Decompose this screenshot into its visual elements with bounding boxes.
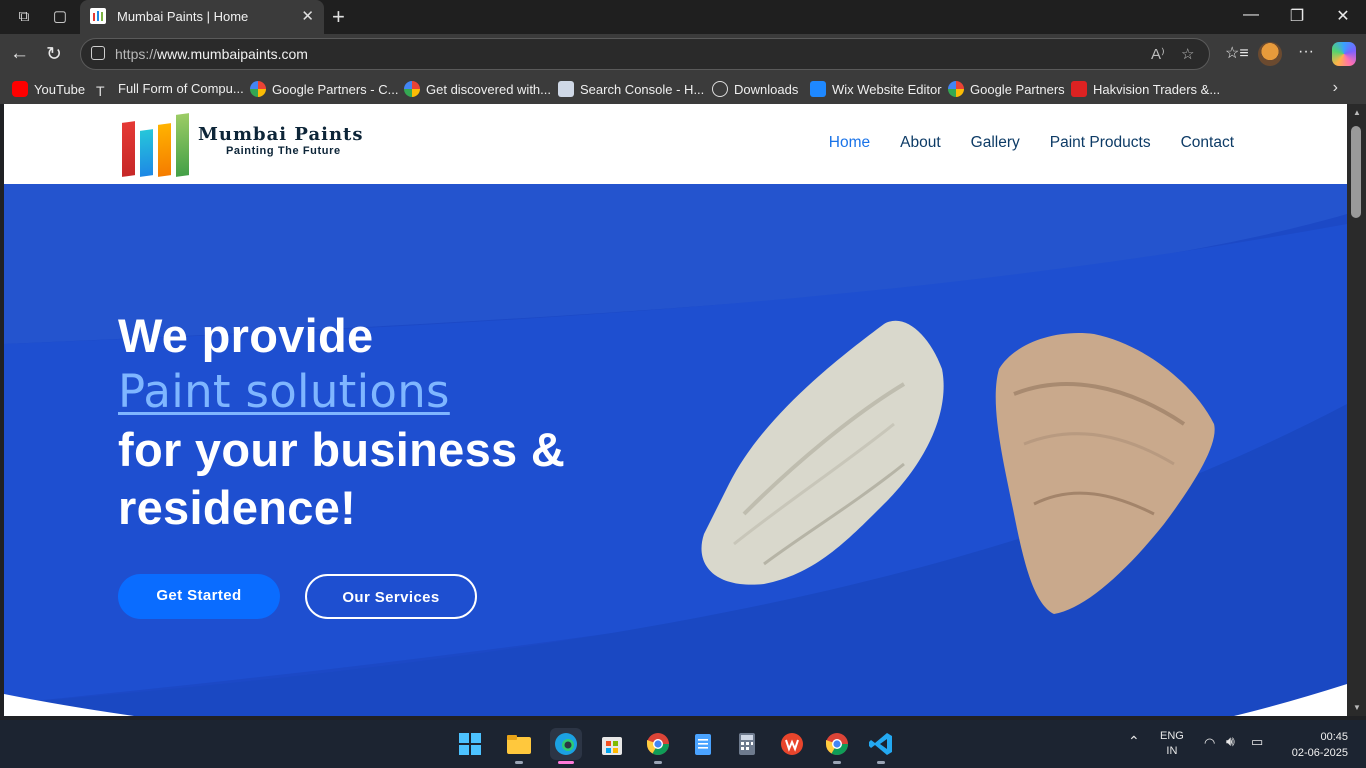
copilot-icon[interactable] xyxy=(1332,42,1356,66)
chrome-icon[interactable] xyxy=(642,728,674,764)
hero-line-1: We provide xyxy=(118,309,374,362)
site-header: Mumbai Paints Painting The Future Home A… xyxy=(4,104,1347,184)
bookmark-search-console[interactable]: Search Console - H... xyxy=(558,81,704,97)
nav-gallery[interactable]: Gallery xyxy=(971,134,1020,152)
text-icon: T xyxy=(96,83,105,99)
url-text[interactable]: https://www.mumbaipaints.com xyxy=(115,46,308,62)
restore-button[interactable]: ❐ xyxy=(1274,6,1320,26)
nav-about[interactable]: About xyxy=(900,134,941,152)
browser-titlebar: ⧉ ▢ Mumbai Paints | Home ✕ + — ❐ ✕ xyxy=(0,0,1366,34)
bookmark-google-partners-c[interactable]: Google Partners - C... xyxy=(250,81,398,97)
brand-tagline: Painting The Future xyxy=(226,145,341,157)
close-window-button[interactable]: ✕ xyxy=(1320,6,1366,26)
chevron-up-icon[interactable]: ⌃ xyxy=(1128,734,1140,749)
tab-close-icon[interactable]: ✕ xyxy=(301,7,314,25)
site-info-icon[interactable] xyxy=(91,46,105,60)
wps-office-icon[interactable] xyxy=(776,728,808,760)
wix-icon xyxy=(810,81,826,97)
nav-paint-products[interactable]: Paint Products xyxy=(1050,134,1151,152)
hero-highlight-link[interactable]: Paint solutions xyxy=(118,365,450,418)
favorite-star-icon[interactable]: ☆ xyxy=(1181,45,1194,63)
more-options-icon[interactable]: ··· xyxy=(1298,43,1314,61)
language-indicator[interactable]: ENG IN xyxy=(1160,729,1184,759)
get-started-button[interactable]: Get Started xyxy=(118,574,280,619)
start-icon[interactable] xyxy=(454,728,486,760)
google-icon xyxy=(250,81,266,97)
our-services-button[interactable]: Our Services xyxy=(305,574,477,619)
globe-icon xyxy=(712,81,728,97)
store-icon[interactable] xyxy=(596,728,628,760)
profile-avatar[interactable] xyxy=(1258,42,1282,66)
workspaces-icon[interactable]: ⧉ xyxy=(14,7,34,27)
youtube-icon xyxy=(12,81,28,97)
bookmark-hakvision[interactable]: Hakvision Traders &... xyxy=(1071,81,1220,97)
calculator-icon[interactable] xyxy=(731,728,763,760)
file-explorer-icon[interactable] xyxy=(503,728,535,764)
bookmark-downloads[interactable]: Downloads xyxy=(712,81,798,97)
chevron-right-icon[interactable]: › xyxy=(1333,79,1338,97)
vertical-tabs-icon[interactable]: ▢ xyxy=(50,7,70,27)
tab-mumbai-paints[interactable]: Mumbai Paints | Home ✕ xyxy=(80,0,324,34)
volume-icon[interactable]: 🔊︎ xyxy=(1226,734,1235,749)
wifi-icon[interactable]: ◠ xyxy=(1204,735,1215,750)
hero-section: We provide Paint solutions for your busi… xyxy=(4,184,1347,716)
minimize-button[interactable]: — xyxy=(1228,6,1274,24)
nav-home[interactable]: Home xyxy=(829,134,870,152)
nav-contact[interactable]: Contact xyxy=(1181,134,1234,152)
search-console-icon xyxy=(558,81,574,97)
site-favicon xyxy=(90,8,106,24)
m-logo-icon xyxy=(1071,81,1087,97)
scroll-down-icon[interactable]: ▼ xyxy=(1353,703,1361,712)
system-clock[interactable]: 00:45 02-06-2025 xyxy=(1292,729,1348,761)
google-icon xyxy=(948,81,964,97)
address-row: ← ↻ https://www.mumbaipaints.com A⁾ ☆ ☆≡… xyxy=(0,34,1366,74)
tab-title: Mumbai Paints | Home xyxy=(117,9,249,24)
bookmark-wix[interactable]: Wix Website Editor xyxy=(810,81,942,97)
brand-name: Mumbai Paints xyxy=(198,124,364,145)
read-aloud-icon[interactable]: A⁾ xyxy=(1151,45,1165,63)
page-viewport: Mumbai Paints Painting The Future Home A… xyxy=(4,104,1347,716)
windows-taskbar: ⌃ ENG IN ◠ 🔊︎ ▭ 00:45 02-06-2025 xyxy=(0,720,1366,768)
scroll-up-icon[interactable]: ▲ xyxy=(1353,108,1361,117)
scroll-thumb[interactable] xyxy=(1351,126,1361,218)
bookmark-get-discovered[interactable]: Get discovered with... xyxy=(404,81,551,97)
new-tab-button[interactable]: + xyxy=(332,4,345,30)
edge-icon[interactable] xyxy=(550,728,582,764)
hero-line-3: for your business & xyxy=(118,423,566,476)
back-icon[interactable]: ← xyxy=(10,43,29,65)
main-nav: Home About Gallery Paint Products Contac… xyxy=(829,134,1234,152)
site-logo[interactable]: Mumbai Paints Painting The Future xyxy=(118,110,378,180)
chrome-profile-icon[interactable] xyxy=(821,728,853,764)
address-bar[interactable]: https://www.mumbaipaints.com A⁾ ☆ xyxy=(80,38,1210,70)
battery-icon[interactable]: ▭ xyxy=(1251,734,1263,749)
hero-line-4: residence! xyxy=(118,481,357,534)
bookmark-youtube[interactable]: YouTube xyxy=(12,81,85,97)
favorites-icon[interactable]: ☆≡ xyxy=(1225,43,1249,63)
bookmark-google-partners[interactable]: Google Partners xyxy=(948,81,1065,97)
refresh-icon[interactable]: ↻ xyxy=(46,43,62,66)
bookmark-full-form[interactable]: T Full Form of Compu... xyxy=(96,81,244,99)
bookmarks-bar: YouTube T Full Form of Compu... Google Pa… xyxy=(0,74,1366,104)
notepad-icon[interactable] xyxy=(687,728,719,760)
vscode-icon[interactable] xyxy=(865,728,897,764)
google-icon xyxy=(404,81,420,97)
page-scrollbar[interactable]: ▲ ▼ xyxy=(1347,104,1366,716)
